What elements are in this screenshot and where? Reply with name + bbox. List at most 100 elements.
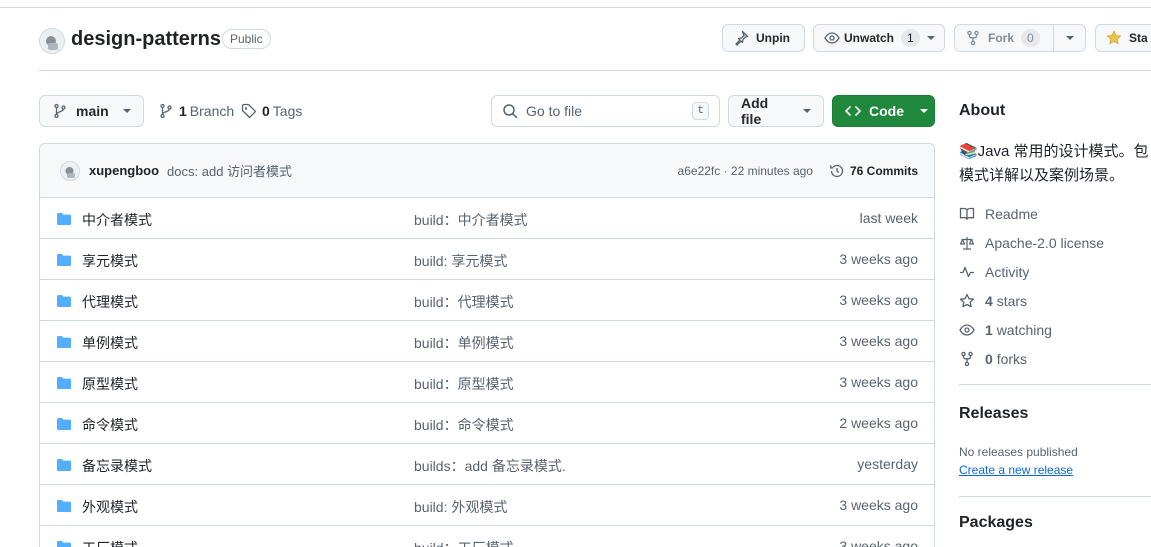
tags-link[interactable]: 0 Tags: [241, 103, 302, 119]
file-commit-date: 3 weeks ago: [839, 333, 918, 349]
stars-link[interactable]: 4 stars: [959, 293, 1027, 309]
license-label: Apache-2.0 license: [985, 235, 1105, 251]
star-button[interactable]: Sta: [1095, 24, 1151, 52]
file-commit-message[interactable]: build：原型模式: [414, 374, 514, 394]
file-name[interactable]: 命令模式: [82, 415, 138, 435]
file-row[interactable]: 代理模式 build：代理模式 3 weeks ago: [40, 280, 934, 321]
file-name[interactable]: 外观模式: [82, 497, 138, 517]
branch-select[interactable]: main: [39, 95, 144, 127]
repo-name[interactable]: design-patterns: [71, 28, 221, 51]
folder-icon: [56, 211, 72, 227]
file-name[interactable]: 代理模式: [82, 292, 138, 312]
file-row[interactable]: 享元模式 build: 享元模式 3 weeks ago: [40, 239, 934, 280]
unwatch-label: Unwatch: [844, 31, 895, 45]
unpin-button[interactable]: Unpin: [722, 24, 805, 52]
file-commit-message[interactable]: build: 享元模式: [414, 251, 507, 271]
readme-link[interactable]: Readme: [959, 206, 1038, 222]
folder-icon: [56, 334, 72, 350]
file-commit-date: yesterday: [857, 456, 918, 472]
folder-icon: [56, 457, 72, 473]
watching-count: 1: [985, 322, 993, 338]
file-row[interactable]: 单例模式 build：单例模式 3 weeks ago: [40, 321, 934, 362]
add-file-button[interactable]: Add file: [728, 95, 824, 127]
activity-label: Activity: [985, 264, 1030, 280]
about-heading: About: [959, 102, 1006, 119]
file-name[interactable]: 享元模式: [82, 251, 138, 271]
code-label: Code: [869, 103, 904, 119]
license-link[interactable]: Apache-2.0 license: [959, 235, 1104, 251]
fork-button[interactable]: Fork 0: [954, 24, 1054, 52]
file-name[interactable]: 中介者模式: [82, 210, 152, 230]
folder-icon: [56, 498, 72, 514]
file-commit-message[interactable]: build: 外观模式: [414, 497, 507, 517]
file-commit-date: last week: [859, 210, 918, 226]
file-commit-message[interactable]: build：工厂模式: [414, 538, 514, 547]
about-description: 📚Java 常用的设计模式。包 模式详解以及案例场景。: [959, 140, 1151, 188]
folder-icon: [56, 375, 72, 391]
file-row[interactable]: 备忘录模式 builds：add 备忘录模式. yesterday: [40, 444, 934, 485]
folder-icon: [56, 416, 72, 432]
shortcut-key: t: [692, 102, 709, 120]
releases-heading[interactable]: Releases: [959, 405, 1028, 423]
folder-icon: [56, 539, 72, 547]
file-row[interactable]: 原型模式 build：原型模式 3 weeks ago: [40, 362, 934, 403]
sidebar-divider: [959, 384, 1151, 385]
star-label: Sta: [1129, 31, 1148, 45]
chevron-down-icon: [920, 109, 928, 113]
file-row[interactable]: 中介者模式 build：中介者模式 last week: [40, 198, 934, 239]
go-to-file-input[interactable]: Go to file t: [491, 95, 720, 127]
eye-icon: [959, 322, 975, 338]
branch-icon: [158, 103, 174, 119]
chevron-down-icon: [122, 109, 131, 113]
unwatch-button[interactable]: Unwatch 1: [813, 24, 945, 52]
tags-label: Tags: [272, 103, 303, 119]
forks-link[interactable]: 0 forks: [959, 351, 1027, 367]
branches-label: Branch: [189, 103, 235, 119]
commit-message[interactable]: docs: add 访问者模式: [167, 161, 292, 180]
activity-link[interactable]: Activity: [959, 264, 1029, 280]
file-name[interactable]: 原型模式: [82, 374, 138, 394]
code-button[interactable]: Code: [832, 95, 935, 127]
owner-avatar[interactable]: [39, 28, 65, 54]
fork-menu-button[interactable]: [1053, 24, 1086, 52]
fork-label: Fork: [988, 31, 1015, 45]
file-row[interactable]: 外观模式 build: 外观模式 3 weeks ago: [40, 485, 934, 526]
file-list: 中介者模式 build：中介者模式 last week 享元模式 build: 享元模式…: [40, 198, 934, 547]
file-commit-message[interactable]: build：中介者模式: [414, 210, 528, 230]
file-commit-message[interactable]: build：单例模式: [414, 333, 514, 353]
star-icon: [1106, 30, 1122, 46]
file-commit-date: 2 weeks ago: [839, 415, 918, 431]
file-name[interactable]: 工厂模式: [82, 538, 138, 547]
file-name[interactable]: 备忘录模式: [82, 456, 152, 476]
branches-link[interactable]: 1 Branch: [158, 103, 234, 119]
watching-link[interactable]: 1 watching: [959, 322, 1052, 338]
forks-count: 0: [985, 351, 993, 367]
file-row[interactable]: 命令模式 build：命令模式 2 weeks ago: [40, 403, 934, 444]
code-icon: [845, 103, 861, 119]
search-icon: [502, 103, 518, 119]
commits-link[interactable]: 76 Commits: [829, 163, 918, 179]
tags-count: 0: [262, 103, 270, 119]
forks-label: forks: [996, 351, 1028, 367]
file-name[interactable]: 单例模式: [82, 333, 138, 353]
branches-count: 1: [179, 103, 187, 119]
sidebar-divider: [959, 496, 1151, 497]
commits-count: 76 Commits: [849, 163, 918, 178]
commit-author[interactable]: xupengboo: [89, 163, 159, 178]
packages-heading[interactable]: Packages: [959, 514, 1033, 532]
create-release-link[interactable]: Create a new release: [959, 463, 1073, 477]
file-row[interactable]: 工厂模式 build：工厂模式 3 weeks ago: [40, 526, 934, 547]
commit-author-avatar[interactable]: [60, 160, 80, 181]
about-description-line2: 模式详解以及案例场景。: [959, 167, 1125, 184]
chevron-down-icon: [1065, 36, 1074, 40]
header-divider: [39, 70, 1151, 71]
file-commit-date: 3 weeks ago: [839, 374, 918, 390]
file-commit-message[interactable]: build：命令模式: [414, 415, 514, 435]
file-commit-message[interactable]: build：代理模式: [414, 292, 514, 312]
file-commit-date: 3 weeks ago: [839, 497, 918, 513]
stars-count: 4: [985, 293, 993, 309]
commit-hash-time[interactable]: a6e22fc · 22 minutes ago: [678, 164, 813, 178]
no-releases-text: No releases published: [959, 445, 1078, 459]
latest-commit-bar: xupengboo docs: add 访问者模式 a6e22fc · 22 m…: [40, 144, 934, 198]
file-commit-message[interactable]: builds：add 备忘录模式.: [414, 456, 566, 476]
